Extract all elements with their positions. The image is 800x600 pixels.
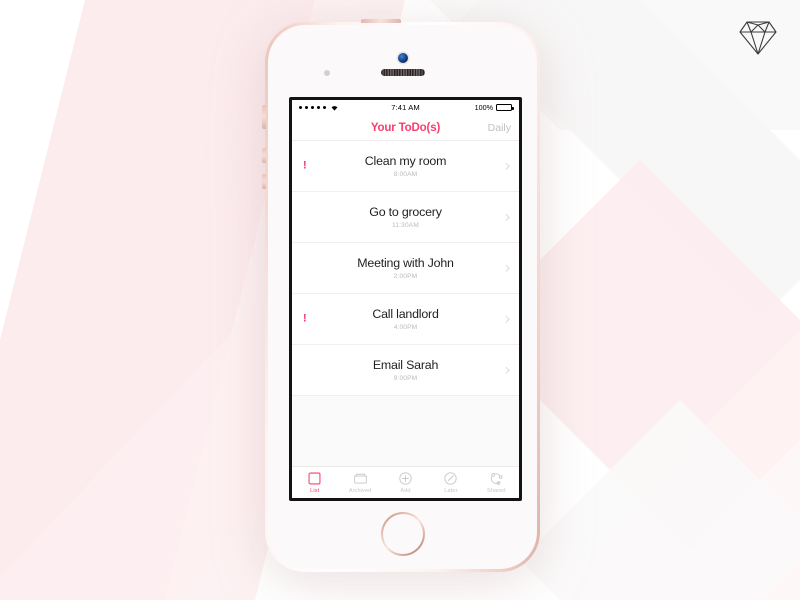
todo-time: 9:00PM <box>393 375 418 383</box>
tab-add[interactable]: Add <box>383 471 428 494</box>
priority-exclamation-icon: ! <box>303 312 307 325</box>
todo-time: 11:30AM <box>392 222 419 230</box>
share-nodes-icon <box>489 471 503 486</box>
todo-title: Meeting with John <box>357 255 454 270</box>
todo-list: ! Clean my room 8:00AM Go to grocery 11:30AM… <box>292 141 519 396</box>
todo-row-text: Meeting with John 2:00PM <box>335 256 475 280</box>
battery-percent-label: 100% <box>474 103 493 112</box>
status-bar-battery: 100% <box>474 103 514 112</box>
folder-icon <box>353 471 368 486</box>
app-screen: 7:41 AM 100% Your ToDo(s) Daily ! Clean … <box>292 100 519 498</box>
clock-icon <box>444 471 458 486</box>
todo-row[interactable]: Go to grocery 11:30AM <box>292 192 519 243</box>
volume-down-button[interactable] <box>262 174 266 189</box>
plus-circle-icon <box>399 471 412 486</box>
square-outline-icon <box>308 471 321 486</box>
todo-row-text: Clean my room 8:00AM <box>343 154 468 178</box>
todo-time: 4:00PM <box>393 324 418 332</box>
tab-label: Add <box>400 488 411 494</box>
todo-time: 2:00PM <box>393 273 418 281</box>
page-title: Your ToDo(s) <box>370 121 441 134</box>
tab-later[interactable]: Later <box>428 471 473 494</box>
tab-label: Shared <box>487 488 506 494</box>
tab-label: Archived <box>348 488 372 494</box>
todo-row[interactable]: ! Call landlord 4:00PM <box>292 294 519 345</box>
volume-up-button[interactable] <box>262 148 266 163</box>
chevron-right-icon <box>502 366 509 374</box>
chevron-right-icon <box>502 213 509 221</box>
todo-title: Email Sarah <box>372 357 439 372</box>
front-camera-icon <box>397 53 408 63</box>
todo-row-text: Call landlord 4:00PM <box>350 307 460 331</box>
nav-bar: Your ToDo(s) Daily <box>292 115 519 141</box>
todo-title: Clean my room <box>364 153 447 168</box>
tab-bar: List Archived Add Later Shared <box>292 466 519 498</box>
screen-bezel: 7:41 AM 100% Your ToDo(s) Daily ! Clean … <box>289 97 522 501</box>
battery-full-icon <box>496 103 514 112</box>
priority-exclamation-icon: ! <box>303 159 307 172</box>
todo-row-text: Email Sarah 9:00PM <box>351 358 460 382</box>
phone-frame: 7:41 AM 100% Your ToDo(s) Daily ! Clean … <box>265 22 540 572</box>
todo-row[interactable]: Meeting with John 2:00PM <box>292 243 519 294</box>
todo-row[interactable]: Email Sarah 9:00PM <box>292 345 519 396</box>
proximity-sensor-icon <box>324 70 330 76</box>
todo-row-text: Go to grocery 11:30AM <box>347 205 463 229</box>
tab-label: Later <box>444 488 458 494</box>
todo-title: Call landlord <box>372 306 439 321</box>
tab-label: List <box>310 488 320 494</box>
chevron-right-icon <box>502 162 509 170</box>
chevron-right-icon <box>502 315 509 323</box>
tab-shared[interactable]: Shared <box>474 471 519 494</box>
daily-filter-button[interactable]: Daily <box>488 122 511 134</box>
iphone-device: 7:41 AM 100% Your ToDo(s) Daily ! Clean … <box>262 19 540 572</box>
tab-list[interactable]: List <box>292 471 337 494</box>
power-button[interactable] <box>361 19 401 23</box>
sketch-diamond-logo <box>738 18 778 63</box>
status-bar: 7:41 AM 100% <box>292 100 519 115</box>
todo-title: Go to grocery <box>369 204 442 219</box>
phone-front-face: 7:41 AM 100% Your ToDo(s) Daily ! Clean … <box>268 25 537 569</box>
todo-row[interactable]: ! Clean my room 8:00AM <box>292 141 519 192</box>
chevron-right-icon <box>502 264 509 272</box>
home-button[interactable] <box>381 512 425 556</box>
todo-time: 8:00AM <box>393 171 418 179</box>
list-empty-area <box>292 396 519 466</box>
mute-switch[interactable] <box>262 105 266 129</box>
tab-archived[interactable]: Archived <box>337 471 382 494</box>
earpiece-speaker-icon <box>380 69 425 76</box>
